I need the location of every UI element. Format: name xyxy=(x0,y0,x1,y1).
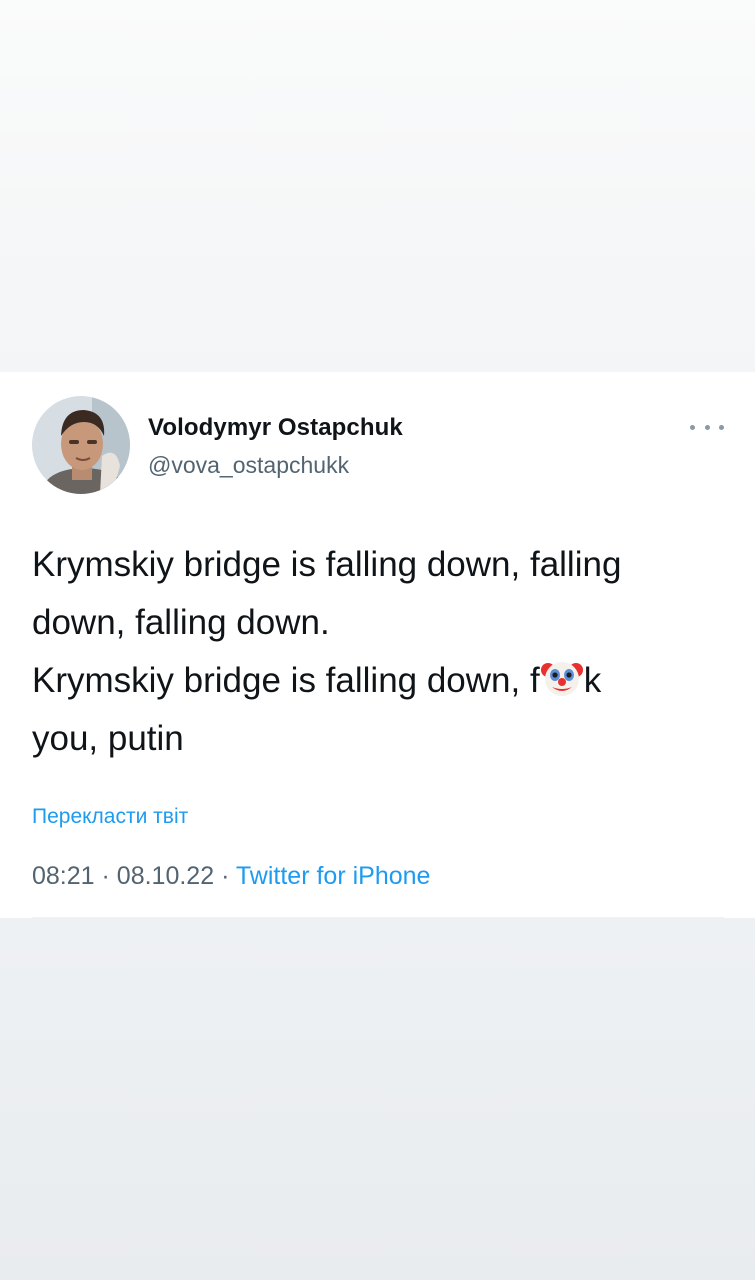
tweet-card: Volodymyr Ostapchuk @vova_ostapchukk Kry… xyxy=(0,372,755,918)
ellipsis-icon xyxy=(690,424,695,430)
background-top xyxy=(0,0,755,372)
divider xyxy=(32,917,724,918)
tweet-text-line: Krymskiy bridge is falling down, f k xyxy=(32,652,732,710)
clown-face-emoji xyxy=(540,662,583,696)
ellipsis-icon xyxy=(719,424,724,430)
author-handle[interactable]: @vova_ostapchukk xyxy=(148,452,349,479)
tweet-meta: 08:21 · 08.10.22 · Twitter for iPhone xyxy=(32,862,430,891)
tweet-text-segment: Krymskiy bridge is falling down, f xyxy=(32,661,540,700)
meta-separator: · xyxy=(101,862,110,890)
meta-separator: · xyxy=(221,862,230,890)
ellipsis-icon xyxy=(704,424,710,430)
profile-photo xyxy=(32,396,130,494)
translate-tweet-link[interactable]: Перекласти твіт xyxy=(32,805,188,829)
tweet-source-link[interactable]: Twitter for iPhone xyxy=(236,862,431,890)
tweet-text-line: down, falling down. xyxy=(32,603,330,642)
more-options-button[interactable] xyxy=(690,416,724,438)
tweet-text: Krymskiy bridge is falling down, falling… xyxy=(32,536,732,768)
author-name[interactable]: Volodymyr Ostapchuk xyxy=(148,414,403,442)
tweet-text-line: Krymskiy bridge is falling down, falling xyxy=(32,545,622,584)
tweet-text-segment: k xyxy=(583,661,602,700)
tweet-time[interactable]: 08:21 xyxy=(32,862,95,890)
avatar[interactable] xyxy=(32,396,130,494)
tweet-date[interactable]: 08.10.22 xyxy=(117,862,214,890)
tweet-text-line: you, putin xyxy=(32,719,184,758)
